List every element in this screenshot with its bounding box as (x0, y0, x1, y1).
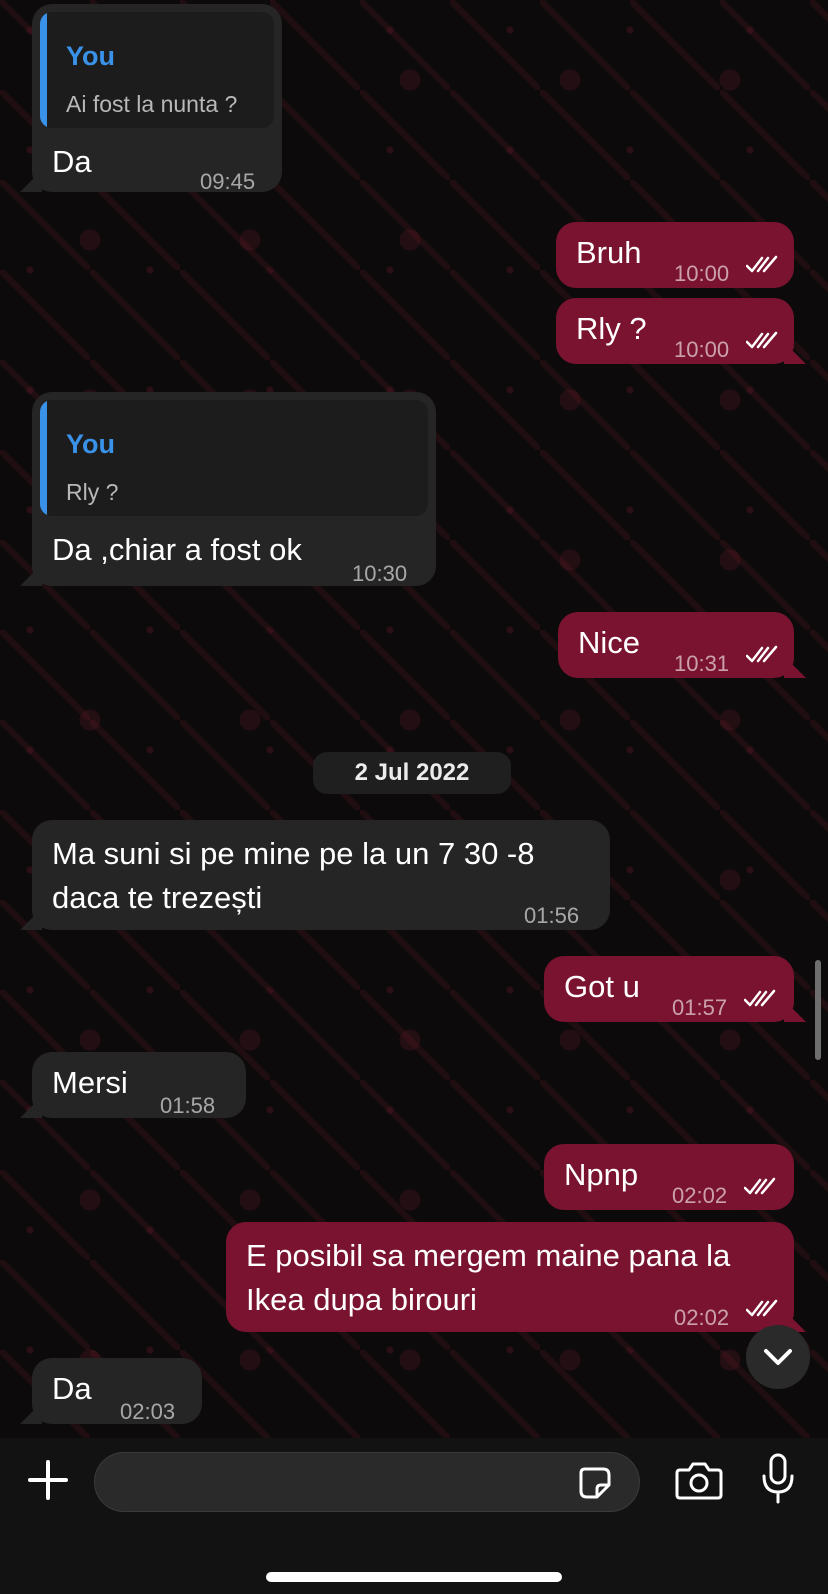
home-indicator[interactable] (266, 1572, 562, 1582)
message-text: Da ,chiar a fost ok (52, 532, 302, 567)
message-text-line: Ma suni si pe mine pe la un 7 30 -8 (52, 836, 535, 871)
message-bubble-outgoing[interactable]: E posibil sa mergem maine pana la Ikea d… (226, 1222, 806, 1332)
read-receipt-icon (746, 645, 778, 663)
message-time: 02:02 (674, 1305, 730, 1330)
message-bubble-incoming[interactable]: Da 02:03 (20, 1358, 202, 1424)
message-time: 02:02 (672, 1183, 728, 1208)
read-receipt-icon (744, 989, 776, 1007)
message-time: 10:30 (352, 561, 408, 586)
message-input[interactable] (94, 1452, 640, 1512)
chat-area[interactable]: You Ai fost la nunta ? Da 09:45 Bruh 10:… (0, 0, 828, 1438)
message-time: 01:58 (160, 1093, 216, 1118)
message-bubble-incoming[interactable]: Ma suni si pe mine pe la un 7 30 -8 daca… (20, 820, 610, 930)
message-text-line: E posibil sa mergem maine pana la (246, 1238, 731, 1273)
read-receipt-icon (746, 1299, 778, 1317)
date-separator: 2 Jul 2022 (313, 752, 511, 794)
message-text: Got u (564, 969, 640, 1004)
scrollbar[interactable] (815, 960, 821, 1060)
message-text: Bruh (576, 235, 642, 270)
message-time: 10:00 (674, 337, 730, 362)
message-bubble-incoming[interactable]: You Rly ? Da ,chiar a fost ok 10:30 (20, 392, 436, 586)
message-bubble-outgoing[interactable]: Got u 01:57 (544, 956, 806, 1022)
message-time: 01:56 (524, 903, 580, 928)
quote-sender: You (66, 429, 115, 459)
quote-sender: You (66, 41, 115, 71)
message-composer-bar (0, 1438, 828, 1594)
message-text-line: daca te trezești (52, 880, 263, 915)
scroll-to-bottom-button[interactable] (746, 1325, 810, 1389)
read-receipt-icon (746, 255, 778, 273)
reply-quote[interactable]: You Ai fost la nunta ? (40, 12, 274, 128)
message-bubble-outgoing[interactable]: Bruh 10:00 (556, 222, 794, 288)
message-text: Npnp (564, 1157, 639, 1192)
message-bubble-outgoing[interactable]: Rly ? 10:00 (556, 298, 806, 364)
message-time: 09:45 (200, 169, 256, 194)
sticker-icon[interactable] (577, 1465, 613, 1501)
message-bubble-incoming[interactable]: Mersi 01:58 (20, 1052, 246, 1118)
quote-accent-bar (40, 400, 47, 516)
quote-accent-bar (40, 12, 47, 128)
camera-icon[interactable] (674, 1458, 724, 1502)
message-text: Rly ? (576, 311, 647, 346)
quote-text: Rly ? (66, 479, 119, 505)
read-receipt-icon (746, 331, 778, 349)
chevron-down-icon (764, 1349, 792, 1365)
message-bubble-outgoing[interactable]: Npnp 02:02 (544, 1144, 794, 1210)
quote-text: Ai fost la nunta ? (66, 91, 238, 117)
message-text: Mersi (52, 1065, 128, 1100)
message-text: Da (52, 144, 92, 179)
read-receipt-icon (744, 1177, 776, 1195)
message-bubble-outgoing[interactable]: Nice 10:31 (558, 612, 806, 678)
reply-quote[interactable]: You Rly ? (40, 400, 428, 516)
message-time: 10:00 (674, 261, 730, 286)
message-time: 10:31 (674, 651, 730, 676)
microphone-icon[interactable] (758, 1452, 798, 1506)
plus-icon[interactable] (26, 1458, 70, 1502)
message-bubble-incoming[interactable]: You Ai fost la nunta ? Da 09:45 (20, 4, 282, 194)
message-text: Nice (578, 625, 641, 660)
message-text: Da (52, 1371, 92, 1406)
message-text-line: Ikea dupa birouri (246, 1282, 477, 1317)
message-time: 01:57 (672, 995, 728, 1020)
message-time: 02:03 (120, 1399, 176, 1424)
